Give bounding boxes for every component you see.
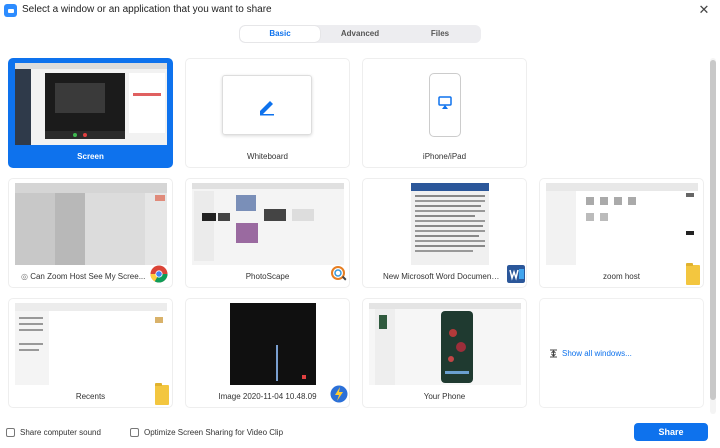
window-title: Select a window or an application that y… [22, 4, 272, 15]
title-bar: Select a window or an application that y… [0, 0, 720, 22]
tab-basic[interactable]: Basic [240, 26, 320, 42]
bottom-bar: Share computer sound Optimize Screen Sha… [0, 420, 720, 448]
phone-frame [429, 73, 461, 137]
chrome-window-title: Can Zoom Host See My Scree... [30, 272, 146, 281]
close-button[interactable]: ✕ [696, 2, 712, 18]
screen-thumbnail [15, 63, 167, 145]
chrome-thumbnail [15, 183, 167, 265]
word-document-thumbnail [369, 183, 521, 265]
your-phone-label: Your Phone [423, 392, 466, 401]
word-document-label: New Microsoft Word Document (... [383, 272, 506, 281]
zoom-host-thumbnail [546, 183, 698, 265]
iphone-ipad-card[interactable]: iPhone/iPad [362, 58, 527, 168]
zoom-host-card[interactable]: zoom host [539, 178, 704, 288]
your-phone-card[interactable]: Your Phone [362, 298, 527, 408]
airplay-icon [438, 96, 452, 109]
optimize-video-checkbox[interactable]: Optimize Screen Sharing for Video Clip [130, 428, 283, 437]
recents-label: Recents [75, 392, 106, 401]
image-viewer-label: Image 2020-11-04 10.48.09 [218, 392, 317, 401]
recents-card[interactable]: Recents [8, 298, 173, 408]
zoom-host-label: zoom host [603, 272, 640, 281]
photoscape-label: PhotoScape [245, 272, 290, 281]
photoscape-thumbnail [192, 183, 344, 265]
word-document-card[interactable]: New Microsoft Word Document (... [362, 178, 527, 288]
grid-scrollbar[interactable] [710, 58, 716, 414]
iphone-ipad-label: iPhone/iPad [422, 152, 467, 161]
whiteboard-label: Whiteboard [247, 152, 288, 161]
share-tabs: Basic Advanced Files [239, 25, 481, 43]
share-computer-sound-label: Share computer sound [20, 428, 101, 437]
recents-thumbnail [15, 303, 167, 385]
scrollbar-thumb[interactable] [710, 60, 716, 400]
share-button[interactable]: Share [634, 423, 708, 441]
share-computer-sound-checkbox[interactable]: Share computer sound [6, 428, 101, 437]
screen-card[interactable]: Screen [8, 58, 173, 168]
expand-icon [550, 349, 557, 358]
tab-files[interactable]: Files [400, 26, 480, 42]
screen-label: Screen [77, 152, 104, 161]
photoscape-card[interactable]: PhotoScape [185, 178, 350, 288]
whiteboard-frame [222, 75, 312, 135]
show-all-windows-link[interactable]: Show all windows... [549, 349, 632, 358]
optimize-video-label: Optimize Screen Sharing for Video Clip [144, 428, 284, 437]
pencil-icon [260, 101, 274, 116]
whiteboard-card[interactable]: Whiteboard [185, 58, 350, 168]
chrome-window-card[interactable]: ◎ Can Zoom Host See My Scree... [8, 178, 173, 288]
tab-advanced[interactable]: Advanced [320, 26, 400, 42]
checkbox-box[interactable] [6, 428, 15, 437]
your-phone-thumbnail [369, 303, 521, 385]
sound-icon: ◎ [21, 272, 31, 281]
chrome-window-label: ◎ Can Zoom Host See My Scree... [9, 272, 172, 281]
image-viewer-card[interactable]: Image 2020-11-04 10.48.09 [185, 298, 350, 408]
checkbox-box[interactable] [130, 428, 139, 437]
show-all-windows-text: Show all windows... [562, 349, 632, 358]
zoom-app-icon [4, 4, 17, 17]
image-viewer-thumbnail [192, 303, 344, 385]
